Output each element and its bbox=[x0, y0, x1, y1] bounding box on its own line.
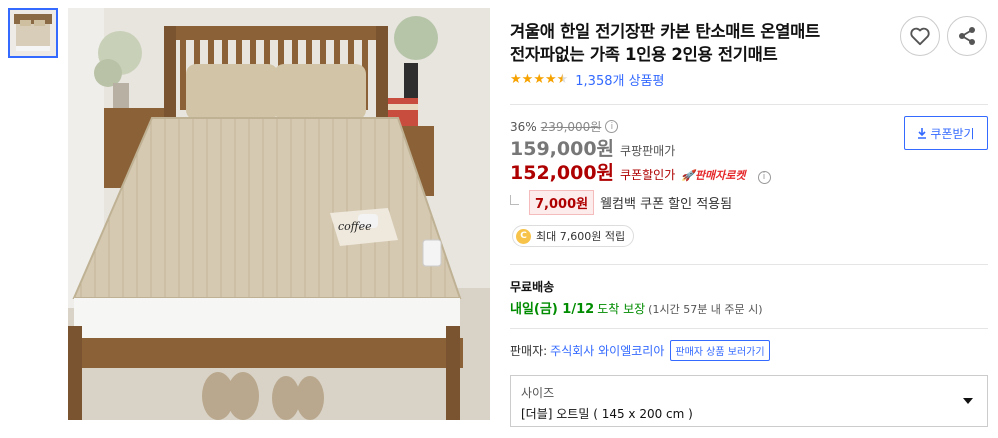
seller-rocket-badge: 🚀판매자로켓 bbox=[681, 167, 745, 183]
share-button[interactable] bbox=[947, 16, 987, 56]
divider bbox=[510, 264, 988, 265]
star-icon: ★ bbox=[521, 72, 534, 87]
seller-label: 판매자: bbox=[510, 344, 548, 358]
review-count-link[interactable]: 1,358개 상품평 bbox=[575, 70, 664, 89]
caret-down-icon bbox=[963, 398, 973, 404]
star-icon: ★ bbox=[510, 72, 522, 87]
info-icon[interactable]: i bbox=[605, 120, 619, 133]
download-icon bbox=[918, 127, 927, 139]
book-cover-text: coffee bbox=[338, 220, 372, 233]
coupon-price-row: 152,000원 쿠폰할인가 🚀판매자로켓 i bbox=[510, 158, 771, 185]
bed-photo-thumbnail-icon bbox=[10, 10, 56, 56]
product-title-line1: 겨울애 한일 전기장판 카본 탄소매트 온열매트 bbox=[510, 22, 820, 41]
star-rating: ★ ★ ★ ★ ★ bbox=[510, 73, 568, 86]
welcome-coupon-amount: 7,000원 bbox=[529, 190, 595, 215]
welcome-coupon-text: 웰컴백 쿠폰 할인 적용됨 bbox=[600, 197, 733, 212]
product-title: 겨울애 한일 전기장판 카본 탄소매트 온열매트 전자파없는 가족 1인용 2인… bbox=[510, 20, 890, 66]
indent-corner bbox=[510, 194, 519, 205]
coupon-download-button[interactable]: 쿠폰받기 bbox=[904, 116, 988, 150]
info-icon[interactable]: i bbox=[757, 170, 771, 184]
original-price-row: 36% 239,000원 i bbox=[510, 118, 619, 135]
coupon-price-label: 쿠폰할인가 bbox=[620, 168, 676, 182]
star-icon: ★ bbox=[544, 72, 557, 87]
main-product-image[interactable]: coffee bbox=[68, 8, 490, 420]
coupang-cash-icon: C bbox=[516, 228, 531, 244]
sale-price-label: 쿠팡판매가 bbox=[620, 144, 676, 158]
coupon-price: 152,000원 bbox=[510, 162, 615, 184]
seller-name-link[interactable]: 주식회사 와이엘코리아 bbox=[550, 342, 664, 359]
divider bbox=[510, 104, 988, 105]
half-star-icon: ★ bbox=[556, 72, 569, 87]
sale-price: 159,000원 bbox=[510, 138, 615, 160]
welcome-coupon-row: 7,000원 웰컴백 쿠폰 할인 적용됨 bbox=[510, 190, 732, 215]
rocket-badge-text: 판매자로켓 bbox=[694, 169, 746, 182]
seller-row: 판매자: 주식회사 와이엘코리아 판매자 상품 보러가기 bbox=[510, 340, 770, 361]
divider bbox=[510, 328, 988, 329]
original-price: 239,000원 bbox=[540, 120, 602, 134]
shipping-title: 무료배송 bbox=[510, 280, 555, 294]
rating-row[interactable]: ★ ★ ★ ★ ★ 1,358개 상품평 bbox=[510, 70, 664, 89]
star-icon: ★ bbox=[533, 72, 545, 87]
cash-reward-badge[interactable]: C 최대 7,600원 적립 bbox=[512, 225, 635, 247]
sale-price-row: 159,000원 쿠팡판매가 bbox=[510, 134, 675, 161]
delivery-guarantee: 도착 보장 bbox=[597, 302, 646, 316]
delivery-row: 내일(금) 1/12 도착 보장 (1시간 57분 내 주문 시) bbox=[510, 298, 763, 317]
share-icon bbox=[959, 27, 975, 45]
product-thumbnail[interactable] bbox=[8, 8, 58, 58]
size-option-value: [더블] 오트밀 ( 145 x 200 cm ) bbox=[521, 407, 693, 421]
bed-with-carbon-mat-photo-icon: coffee bbox=[68, 8, 490, 420]
wishlist-button[interactable] bbox=[900, 16, 940, 56]
cash-reward-text: 최대 7,600원 적립 bbox=[536, 230, 626, 243]
heart-icon bbox=[910, 27, 930, 46]
product-title-line2: 전자파없는 가족 1인용 2인용 전기매트 bbox=[510, 45, 778, 64]
discount-rate: 36% bbox=[510, 119, 537, 134]
delivery-date: 내일(금) 1/12 bbox=[510, 302, 595, 317]
rocket-icon: 🚀 bbox=[681, 169, 695, 182]
size-option-label: 사이즈 bbox=[521, 386, 555, 400]
delivery-note: (1시간 57분 내 주문 시) bbox=[648, 303, 763, 316]
coupon-button-label: 쿠폰받기 bbox=[930, 126, 975, 141]
seller-products-button[interactable]: 판매자 상품 보러가기 bbox=[670, 340, 770, 361]
size-option-select[interactable]: 사이즈 [더블] 오트밀 ( 145 x 200 cm ) bbox=[510, 375, 988, 427]
